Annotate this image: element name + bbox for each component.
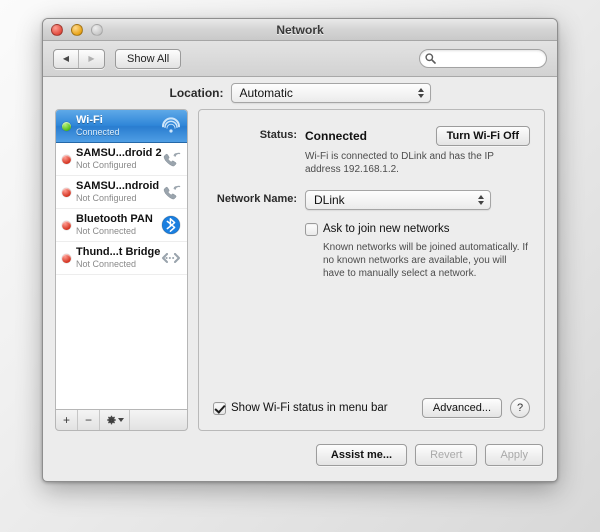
zoom-button	[91, 24, 103, 36]
network-name-row: Network Name: DLink Ask to join new netw…	[213, 190, 530, 280]
status-value-container: Connected Turn Wi-Fi Off Wi-Fi is connec…	[305, 126, 530, 176]
service-name: Bluetooth PAN	[76, 213, 153, 225]
service-status: Not Connected	[76, 226, 137, 236]
search-container	[419, 49, 547, 69]
phone-icon	[163, 152, 181, 167]
status-row: Status: Connected Turn Wi-Fi Off Wi-Fi i…	[213, 126, 530, 176]
service-name: SAMSU...ndroid	[76, 180, 160, 192]
wifi-icon	[161, 117, 181, 133]
show-wifi-status-label: Show Wi-Fi status in menu bar	[231, 402, 388, 414]
status-dot-red	[62, 154, 71, 164]
advanced-button[interactable]: Advanced...	[421, 398, 502, 418]
network-name-label: Network Name:	[216, 193, 297, 205]
status-value: Connected	[305, 129, 368, 143]
add-service-button[interactable]: +	[56, 410, 78, 430]
close-button[interactable]	[51, 24, 63, 36]
status-label: Status:	[259, 129, 297, 141]
network-name-value-container: DLink Ask to join new networks Known net…	[305, 190, 530, 280]
ask-to-join-description: Known networks will be joined automatica…	[323, 242, 528, 279]
status-dot-green	[62, 121, 71, 131]
service-name: SAMSU...droid 2	[76, 147, 162, 159]
service-text: SAMSU...droid 2 Not Configured	[76, 147, 162, 171]
service-row[interactable]: Bluetooth PAN Not Connected	[56, 209, 187, 242]
ask-to-join-label: Ask to join new networks	[323, 223, 450, 235]
wifi-settings-panel: Status: Connected Turn Wi-Fi Off Wi-Fi i…	[198, 109, 545, 431]
ask-join-row[interactable]: Ask to join new networks	[305, 222, 530, 236]
service-status: Not Connected	[76, 259, 137, 269]
forward-arrow-icon: ▶	[88, 54, 95, 63]
service-list-toolbar: + −	[55, 409, 188, 431]
service-name: Wi-Fi	[76, 114, 103, 126]
status-description: Wi-Fi is connected to DLink and has the …	[305, 151, 494, 175]
chevron-updown-icon	[478, 195, 484, 205]
service-icon	[159, 147, 183, 171]
service-actions-button[interactable]	[100, 410, 130, 430]
location-dropdown[interactable]: Automatic	[230, 83, 431, 103]
service-text: Thund...t Bridge Not Connected	[76, 246, 161, 270]
service-list[interactable]: Wi-Fi Connected SAMSU...droid 2 Not Configu…	[55, 109, 188, 409]
preferences-toolbar: ◀ ▶ Show All	[43, 41, 557, 77]
panel-footer: Show Wi-Fi status in menu bar Advanced..…	[213, 398, 530, 418]
service-text: Wi-Fi Connected	[76, 114, 154, 138]
search-icon	[425, 53, 436, 64]
bluetooth-icon	[161, 215, 181, 235]
status-dot-red	[62, 220, 71, 230]
service-status: Not Configured	[76, 193, 137, 203]
apply-button: Apply	[485, 444, 543, 466]
service-icon	[159, 180, 183, 204]
minimize-button[interactable]	[71, 24, 83, 36]
service-text: SAMSU...ndroid Not Configured	[76, 180, 160, 204]
status-line: Connected Turn Wi-Fi Off	[305, 126, 530, 146]
status-dot-red	[62, 187, 71, 197]
navigation-buttons[interactable]: ◀ ▶	[53, 48, 105, 69]
desktop-background: Network ◀ ▶ Show All Location: Automatic	[0, 0, 600, 532]
service-sidebar: Wi-Fi Connected SAMSU...droid 2 Not Configu…	[55, 109, 188, 431]
network-name-dropdown[interactable]: DLink	[305, 190, 491, 210]
service-status: Connected	[76, 127, 120, 137]
location-row: Location: Automatic	[43, 77, 557, 109]
service-row[interactable]: Thund...t Bridge Not Connected	[56, 242, 187, 275]
service-icon	[159, 246, 183, 270]
preferences-body: Wi-Fi Connected SAMSU...droid 2 Not Configu…	[43, 109, 557, 431]
assist-me-button[interactable]: Assist me...	[315, 444, 408, 466]
chevron-updown-icon	[417, 88, 424, 98]
ask-to-join-checkbox[interactable]	[305, 223, 318, 236]
back-arrow-icon[interactable]: ◀	[54, 49, 79, 68]
revert-button: Revert	[415, 444, 478, 466]
status-dot-red	[62, 253, 71, 263]
service-status: Not Configured	[76, 160, 137, 170]
turn-wifi-off-button[interactable]: Turn Wi-Fi Off	[435, 126, 530, 146]
chevron-down-icon	[117, 418, 124, 422]
service-row[interactable]: SAMSU...ndroid Not Configured	[56, 176, 187, 209]
show-wifi-status-checkbox[interactable]	[213, 402, 226, 415]
help-button[interactable]: ?	[510, 398, 530, 418]
remove-service-button[interactable]: −	[78, 410, 100, 430]
search-input[interactable]	[419, 49, 547, 69]
thunderbolt-icon	[162, 253, 180, 263]
service-name: Thund...t Bridge	[76, 246, 161, 258]
service-icon	[159, 213, 183, 237]
show-status-row[interactable]: Show Wi-Fi status in menu bar	[213, 401, 388, 415]
location-value: Automatic	[239, 86, 293, 100]
phone-icon	[163, 185, 181, 200]
window-titlebar[interactable]: Network	[43, 19, 557, 41]
window-footer: Assist me... Revert Apply	[43, 431, 557, 479]
location-label: Location:	[169, 86, 224, 100]
gear-icon	[106, 415, 116, 424]
service-icon	[159, 114, 183, 138]
network-preferences-window: Network ◀ ▶ Show All Location: Automatic	[42, 18, 558, 482]
service-text: Bluetooth PAN Not Connected	[76, 213, 154, 237]
window-title: Network	[276, 23, 324, 37]
service-row[interactable]: Wi-Fi Connected	[56, 110, 187, 143]
window-controls	[51, 24, 103, 36]
service-row[interactable]: SAMSU...droid 2 Not Configured	[56, 143, 187, 176]
network-name-value: DLink	[314, 193, 345, 207]
show-all-button[interactable]: Show All	[115, 48, 182, 69]
